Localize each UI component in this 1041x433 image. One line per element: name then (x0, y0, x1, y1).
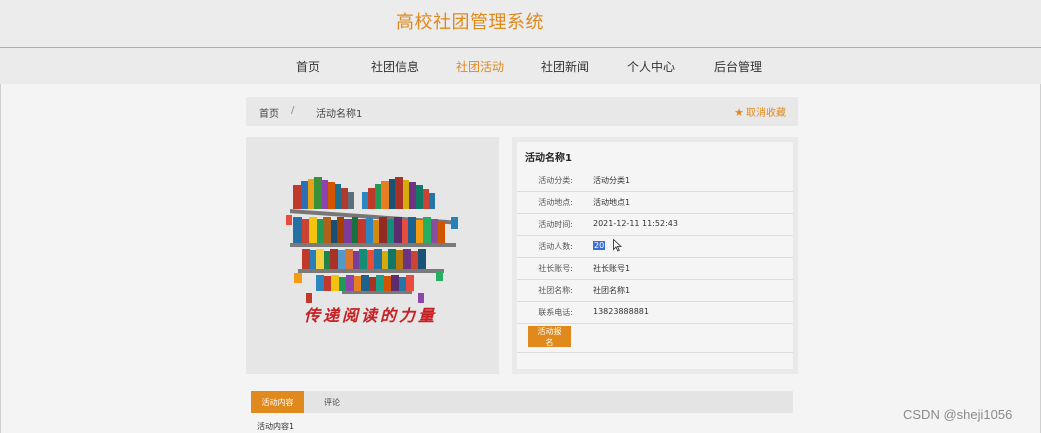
detail-row-club-name: 社团名称: 社团名称1 (517, 280, 793, 302)
image-slogan: 传递阅读的力量 (304, 306, 438, 325)
nav-item-club-info[interactable]: 社团信息 (371, 58, 419, 75)
nav-item-admin[interactable]: 后台管理 (714, 58, 762, 75)
detail-label: 社长账号: (538, 264, 573, 273)
breadcrumb-home[interactable]: 首页 (259, 105, 279, 120)
detail-label: 联系电话: (538, 308, 573, 317)
detail-row-participants: 活动人数: 20 (517, 236, 793, 258)
star-icon: ★ (734, 106, 744, 119)
site-title: 高校社团管理系统 (396, 12, 544, 33)
detail-row-location: 活动地点: 活动地点1 (517, 192, 793, 214)
detail-value: 活动地点1 (593, 198, 631, 207)
activity-content-text: 活动内容1 (257, 422, 295, 431)
divider (517, 352, 793, 353)
activity-details-card: 活动名称1 活动分类: 活动分类1 活动地点: 活动地点1 活动时间: 2021… (517, 142, 793, 369)
watermark: CSDN @sheji1056 (903, 407, 1013, 422)
signup-button[interactable]: 活动报名 (528, 326, 571, 347)
detail-label: 社团名称: (538, 286, 573, 295)
nav-item-club-news[interactable]: 社团新闻 (541, 58, 589, 75)
favorite-label: 取消收藏 (746, 108, 786, 119)
detail-label: 活动人数: (538, 242, 573, 251)
detail-label: 活动地点: (538, 198, 573, 207)
detail-row-time: 活动时间: 2021-12-11 11:52:43 (517, 214, 793, 236)
breadcrumb-current: 活动名称1 (316, 109, 363, 120)
detail-row-phone: 联系电话: 13823888881 (517, 302, 793, 324)
detail-value: 2021-12-11 11:52:43 (593, 219, 678, 228)
nav-item-personal-center[interactable]: 个人中心 (627, 58, 675, 75)
detail-value: 社团名称1 (593, 286, 631, 295)
bookshelf-heart-illustration (286, 177, 458, 303)
detail-value: 社长账号1 (593, 264, 631, 273)
site-header: 高校社团管理系统 (0, 0, 1041, 48)
favorite-toggle[interactable]: ★ 取消收藏 (734, 104, 786, 119)
breadcrumb: 首页 / 活动名称1 ★ 取消收藏 (246, 97, 798, 126)
main-nav: 首页 社团信息 社团活动 社团新闻 个人中心 后台管理 (0, 48, 1041, 84)
detail-value: 13823888881 (593, 307, 649, 316)
tab-activity-content[interactable]: 活动内容 (251, 391, 304, 413)
detail-label: 活动时间: (538, 220, 573, 229)
activity-image: 传递阅读的力量 (246, 137, 499, 374)
detail-label: 活动分类: (538, 176, 573, 185)
mouse-cursor-icon (613, 239, 622, 252)
nav-item-club-activities[interactable]: 社团活动 (456, 58, 504, 75)
breadcrumb-separator: / (291, 105, 295, 116)
nav-item-home[interactable]: 首页 (296, 58, 320, 75)
detail-value: 活动分类1 (593, 176, 631, 185)
detail-value-selected: 20 (593, 241, 606, 250)
activity-title: 活动名称1 (525, 153, 572, 164)
activity-details-panel: 活动名称1 活动分类: 活动分类1 活动地点: 活动地点1 活动时间: 2021… (512, 137, 798, 374)
content-tabs: 活动内容 评论 (251, 391, 793, 413)
detail-row-category: 活动分类: 活动分类1 (517, 170, 793, 192)
detail-row-leader-account: 社长账号: 社长账号1 (517, 258, 793, 280)
tab-comments[interactable]: 评论 (311, 391, 353, 413)
